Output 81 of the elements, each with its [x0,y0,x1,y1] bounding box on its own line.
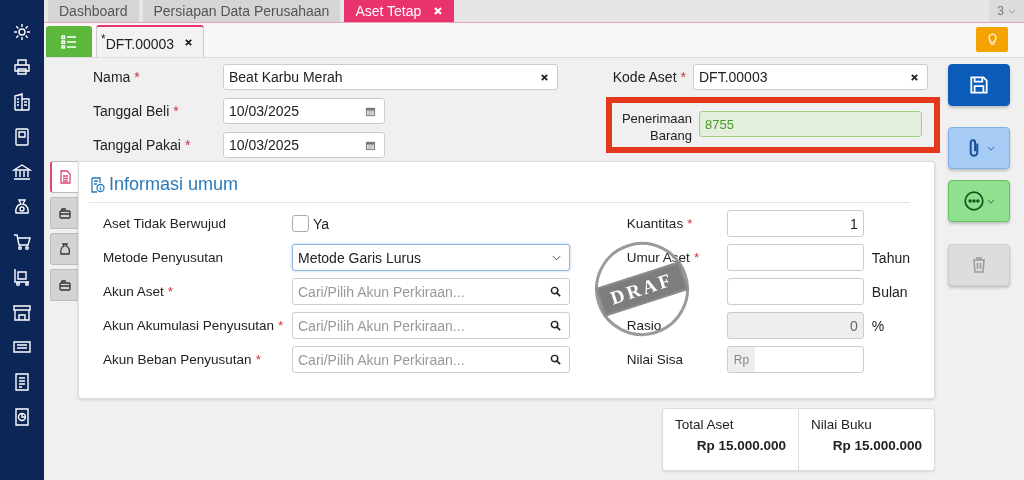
cart-icon[interactable] [12,232,32,252]
field-label: Nama * [93,69,141,85]
search-icon[interactable] [550,286,561,297]
briefcase-icon [57,278,72,292]
printer-icon[interactable] [12,57,32,77]
summary-label: Total Aset [675,417,735,432]
field-label: Penerimaan Barang [620,111,692,145]
save-button[interactable] [948,64,1010,106]
field-label: Nilai Sisa [626,352,685,367]
number-field[interactable] [726,244,864,271]
text-field[interactable]: DFT.00003 [693,64,928,90]
tab[interactable]: Dashboard [48,0,139,22]
tax-document-icon[interactable] [12,372,32,392]
field-label: Tanggal Beli * [93,103,180,119]
dropdown[interactable]: Metode Garis Lurus [292,244,570,271]
search-field[interactable]: Cari/Pilih Akun Perkiraan... [292,312,570,339]
search-icon[interactable] [550,354,561,365]
save-icon [968,74,990,96]
attach-button[interactable] [948,127,1010,169]
briefcase-icon [57,206,72,220]
store-icon[interactable] [12,302,32,322]
tab-count-dropdown[interactable]: 3 [989,0,1024,22]
more-button[interactable] [948,180,1010,222]
bank-icon[interactable] [12,162,32,182]
field-label: Aset Tidak Berwujud [103,216,228,231]
settings-icon[interactable] [12,22,32,42]
chevron-down-icon [552,254,561,261]
tab[interactable]: Aset Tetap [344,0,455,22]
trolley-icon[interactable] [12,267,32,287]
number-field[interactable]: 1 [726,210,864,237]
date-field[interactable]: 10/03/2025 [223,132,385,158]
linked-field[interactable]: 8755 [699,111,922,137]
list-icon [61,34,77,49]
field-label: Akun Beban Penyusutan * [103,352,262,367]
date-field[interactable]: 10/03/2025 [223,98,385,124]
clear-icon[interactable] [910,72,919,82]
field-label: Metode Penyusutan [103,250,225,265]
text-field[interactable]: Beat Karbu Merah [223,64,558,90]
close-icon[interactable] [184,37,194,47]
number-field: 0 [726,312,864,339]
field-label: Tanggal Pakai * [93,137,192,153]
checkbox-label: Ya [313,215,330,232]
section-title: Informasi umum [109,174,239,195]
unit-label: Tahun [871,249,910,266]
field-label: Kuantitas * [626,216,694,231]
calendar-icon[interactable] [365,139,376,151]
document-info-icon [89,176,105,193]
calendar-icon[interactable] [365,105,376,117]
chevron-down-icon [987,145,995,151]
unit-label: Bulan [871,283,908,300]
section-tab[interactable] [50,269,78,301]
report-icon[interactable] [12,407,32,427]
chevron-down-icon [1008,8,1016,14]
lightbulb-icon [986,33,998,46]
document-icon [58,170,72,184]
summary-value: Rp 15.000.000 [831,438,922,453]
field-label: Rasio [626,318,663,333]
search-field[interactable]: Cari/Pilih Akun Perkiraan... [292,278,570,305]
number-field[interactable] [726,278,864,305]
money-bag-icon [57,242,72,256]
field-label: Akun Aset * [103,284,175,299]
summary-label: Nilai Buku [811,417,873,432]
field-label: Akun Akumulasi Penyusutan * [103,318,285,333]
more-icon [963,190,985,212]
currency-field[interactable]: Rp [726,346,864,373]
summary-value: Rp 15.000.000 [695,438,786,453]
money-bag-icon[interactable] [12,197,32,217]
search-field[interactable]: Cari/Pilih Akun Perkiraan... [292,346,570,373]
section-tab[interactable] [50,233,78,265]
unit-label: % [871,317,885,334]
field-label: Kode Aset * [611,69,686,85]
book-icon[interactable] [12,127,32,147]
document-tab[interactable]: $^{*}$DFT.00003 [96,25,205,57]
chevron-down-icon [987,198,995,204]
clear-icon[interactable] [540,72,549,82]
search-icon[interactable] [550,320,561,331]
tab[interactable]: Persiapan Data Perusahaan [142,0,341,22]
building-icon[interactable] [12,92,32,112]
checkbox[interactable] [292,215,309,232]
section-tab[interactable] [50,197,78,229]
section-tab[interactable] [50,161,78,193]
